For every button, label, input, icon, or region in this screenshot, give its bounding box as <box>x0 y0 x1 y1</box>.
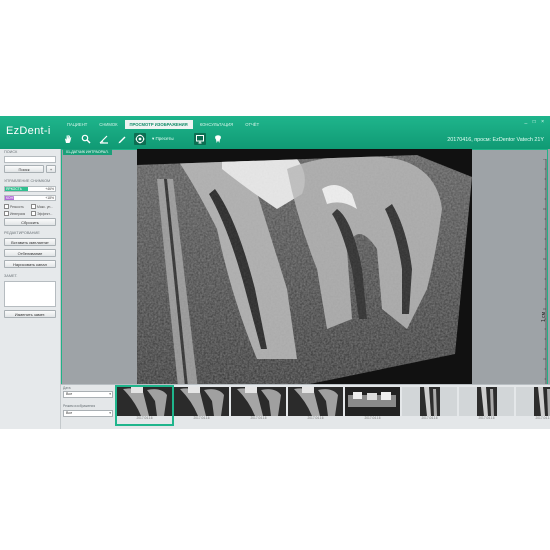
app-logo: EzDent-i <box>6 125 51 137</box>
effect-label: Эффект... <box>37 211 53 216</box>
xray-thumbnail <box>345 387 400 416</box>
adjust-section-title: УПРАВЛЕНИЕ СНИМКОМ <box>4 179 51 183</box>
chevron-down-icon: ▾ <box>109 392 111 396</box>
main-tabs: ПАЦИЕНТ СНИМОК ПРОСМОТР ИЗОБРАЖЕНИЯ КОНС… <box>62 120 264 129</box>
edit-notes-button[interactable]: Изменить замет. <box>4 310 56 318</box>
checkbox-box <box>4 211 9 216</box>
ezdent-window: EzDent-i ПАЦИЕНТ СНИМОК ПРОСМОТР ИЗОБРАЖ… <box>0 116 550 429</box>
thumbnail-strip: Дата Все ▾ Режим изображения Все ▾ 2017.04… <box>61 384 550 429</box>
thumbnail-date: 2017.04.16 <box>250 416 267 420</box>
thumbnail-date: 2017.04.16 <box>364 416 381 420</box>
thumbnail-item[interactable]: 2017.04.16 <box>459 387 514 424</box>
thumbnail-item[interactable]: 2017.04.16 <box>516 387 550 424</box>
xray-thumbnail <box>288 387 343 416</box>
sharpen-checkbox[interactable]: Резкость <box>4 204 24 209</box>
settings-wheel-icon[interactable] <box>134 133 146 145</box>
thumbnail-list: 2017.04.16 2017.04.16 2017.04.16 2017.04.16… <box>115 385 550 426</box>
checkbox-box <box>31 211 36 216</box>
thumbnail-item[interactable]: 2017.04.16 <box>174 387 229 424</box>
effect-checkbox[interactable]: Эффект... <box>31 211 52 216</box>
window-controls[interactable]: _ □ × <box>525 119 547 125</box>
xray-thumbnail <box>174 387 229 416</box>
tab-consult[interactable]: КОНСУЛЬТАЦИЯ <box>195 120 239 129</box>
search-button[interactable]: Поиск <box>4 165 44 173</box>
brightness-slider[interactable]: ЯРКОСТЬ +46% <box>4 186 56 192</box>
presets-dropdown[interactable]: ▾ Пресеты <box>152 136 174 142</box>
notes-section-title: ЗАМЕТ. <box>4 274 18 278</box>
date-filter-value: Все <box>66 392 73 396</box>
date-filter-label: Дата <box>63 386 71 390</box>
brightness-value: +46% <box>45 187 54 191</box>
max-checkbox[interactable]: Макс. уп... <box>31 204 53 209</box>
tab-report[interactable]: ОТЧЁТ <box>240 120 264 129</box>
checkbox-box <box>31 204 36 209</box>
sharpen-label: Резкость <box>10 204 24 209</box>
angle-icon[interactable] <box>98 133 110 145</box>
thumbnail-date: 2017.04.16 <box>193 416 210 420</box>
thumbnail-item[interactable]: 2017.04.16 <box>231 387 286 424</box>
xray-thumbnail <box>402 387 457 416</box>
thumbnail-item[interactable]: 2017.04.16 <box>402 387 457 424</box>
magnifier-icon[interactable] <box>80 133 92 145</box>
pen-icon[interactable] <box>116 133 128 145</box>
monitor-icon[interactable] <box>193 133 206 145</box>
image-label: 01-ДАТЧИК ИНТРАОРАЛ. <box>63 149 112 155</box>
max-label: Макс. уп... <box>37 204 54 209</box>
thumbnail-date: 2017.04.16 <box>478 416 495 420</box>
search-plus-button[interactable]: + <box>46 165 56 173</box>
xray-thumbnail <box>516 387 550 416</box>
tooth-icon[interactable] <box>212 133 224 145</box>
brightness-label: ЯРКОСТЬ <box>6 187 22 191</box>
tab-patient[interactable]: ПАЦИЕНТ <box>62 120 92 129</box>
xray-thumbnail <box>231 387 286 416</box>
thumbnail-date: 2017.04.16 <box>136 416 153 420</box>
xray-image[interactable] <box>137 149 472 397</box>
reset-button[interactable]: Сбросить <box>4 218 56 226</box>
thumbnail-date: 2017.04.16 <box>535 416 550 420</box>
thumbnail-date: 2017.04.16 <box>421 416 438 420</box>
toolbar: ▾ Пресеты <box>62 132 224 146</box>
search-section-title: ПОИСК <box>4 150 18 154</box>
tab-image-view[interactable]: ПРОСМОТР ИЗОБРАЖЕНИЯ <box>124 120 193 129</box>
left-panel: ПОИСК Поиск + УПРАВЛЕНИЕ СНИМКОМ ЯРКОСТЬ… <box>0 149 61 429</box>
invert-label: Инверсия <box>10 211 26 216</box>
measurement-ruler <box>543 159 547 389</box>
search-input[interactable] <box>4 156 56 163</box>
app-header: EzDent-i ПАЦИЕНТ СНИМОК ПРОСМОТР ИЗОБРАЖ… <box>0 116 550 149</box>
ruler-label: 1 см <box>540 311 547 323</box>
mode-filter-value: Все <box>66 411 73 415</box>
invert-checkbox[interactable]: Инверсия <box>4 211 25 216</box>
contrast-value: +18% <box>45 196 54 200</box>
thumbnail-item[interactable]: 2017.04.16 <box>288 387 343 424</box>
checkbox-box <box>4 204 9 209</box>
notes-textarea[interactable] <box>4 281 56 307</box>
tab-capture[interactable]: СНИМОК <box>94 120 122 129</box>
mode-filter-label: Режим изображения <box>63 404 96 408</box>
contrast-slider[interactable]: КОНТРАСТ +18% <box>4 195 56 201</box>
thumbnail-date: 2017.04.16 <box>307 416 324 420</box>
contrast-label: КОНТРАСТ <box>6 196 24 200</box>
hand-icon[interactable] <box>62 133 74 145</box>
patient-info: 20170416, просм: EzDentor Vatech 21Y <box>447 137 544 143</box>
xray-thumbnail <box>117 387 172 416</box>
draw-canal-button[interactable]: Нарисовать канал <box>4 260 56 268</box>
thumbnail-item[interactable]: 2017.04.16 <box>115 385 174 426</box>
mode-filter-select[interactable]: Все ▾ <box>63 410 113 417</box>
edit-section-title: РЕДАКТИРОВАНИЕ <box>4 231 40 235</box>
whitening-button[interactable]: Отбеливание <box>4 249 56 257</box>
thumbnail-item[interactable]: 2017.04.16 <box>345 387 400 424</box>
insert-implant-button[interactable]: Вставить имплантат <box>4 238 56 246</box>
chevron-down-icon: ▾ <box>109 411 111 415</box>
xray-thumbnail <box>459 387 514 416</box>
date-filter-select[interactable]: Все ▾ <box>63 391 113 398</box>
